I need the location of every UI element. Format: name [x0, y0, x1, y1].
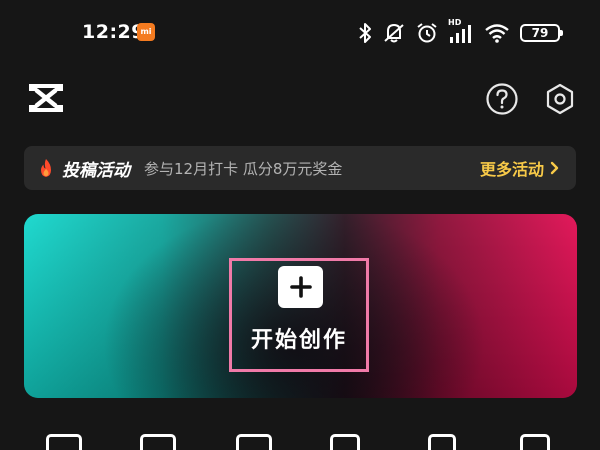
- tool-1-icon[interactable]: [46, 434, 82, 450]
- banner-title: 投稿活动: [62, 160, 130, 181]
- status-icons: HD 79: [358, 18, 563, 46]
- banner-description: 参与12月打卡 瓜分8万元奖金: [144, 159, 343, 178]
- app-notification-badge: mi: [137, 23, 155, 41]
- battery-icon: 79: [520, 24, 563, 42]
- wifi-icon: [485, 24, 509, 43]
- more-activities-link[interactable]: 更多活动: [480, 156, 560, 180]
- tool-2-icon[interactable]: [140, 434, 176, 450]
- start-creation-button[interactable]: [278, 266, 323, 308]
- status-bar: 12:29 mi HD 79: [0, 0, 600, 64]
- tool-4-icon[interactable]: [330, 434, 360, 450]
- mute-vibrate-icon: [384, 23, 404, 43]
- bluetooth-icon: [359, 23, 371, 43]
- alarm-icon: [417, 23, 437, 43]
- tool-6-icon[interactable]: [520, 434, 550, 450]
- start-creation-label: 开始创作: [250, 328, 347, 353]
- settings-hexagon-icon[interactable]: [543, 82, 577, 116]
- signal-icon: HD: [448, 18, 474, 44]
- tool-row: [0, 428, 600, 450]
- flame-icon: [41, 159, 51, 177]
- help-circle-icon[interactable]: [485, 82, 519, 116]
- capcut-logo: [29, 84, 63, 112]
- battery-level: 79: [531, 26, 549, 40]
- more-activities-label: 更多活动: [479, 160, 544, 179]
- chevron-right-icon: [550, 161, 559, 175]
- plus-icon: [289, 276, 312, 298]
- status-time: 12:29: [82, 21, 145, 43]
- tool-5-icon[interactable]: [428, 434, 456, 450]
- activity-banner[interactable]: 投稿活动 参与12月打卡 瓜分8万元奖金 更多活动: [24, 146, 576, 190]
- tool-3-icon[interactable]: [236, 434, 272, 450]
